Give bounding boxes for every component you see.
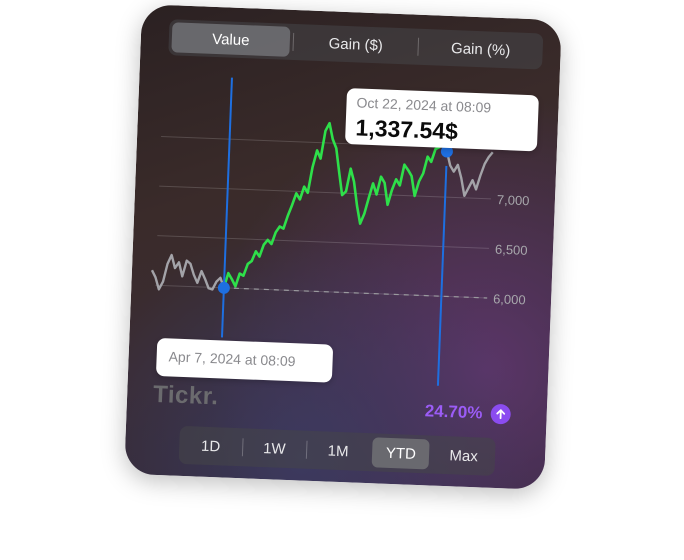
range-ytd[interactable]: YTD bbox=[371, 437, 430, 470]
y-tick-label: 6,500 bbox=[495, 242, 528, 258]
range-divider bbox=[241, 438, 244, 457]
gain-indicator: 24.70% bbox=[424, 401, 511, 425]
tooltip-end: Oct 22, 2024 at 08:09 1,337.54$ bbox=[344, 88, 539, 152]
gain-percent: 24.70% bbox=[424, 401, 483, 423]
tooltip-start: Apr 7, 2024 at 08:09 bbox=[155, 337, 334, 383]
tooltip-end-date: Oct 22, 2024 at 08:09 bbox=[356, 94, 492, 116]
y-tick-label: 7,000 bbox=[497, 192, 530, 208]
y-tick-label: 6,000 bbox=[493, 291, 526, 307]
range-1d[interactable]: 1D bbox=[182, 430, 240, 462]
range-1w[interactable]: 1W bbox=[245, 432, 303, 464]
range-max[interactable]: Max bbox=[435, 440, 493, 472]
start-marker-line bbox=[220, 77, 233, 338]
series-line-after bbox=[445, 151, 494, 198]
gridline bbox=[159, 185, 491, 200]
end-marker-line bbox=[436, 165, 448, 386]
arrow-up-icon bbox=[489, 403, 511, 425]
tooltip-end-value: 1,337.54$ bbox=[355, 114, 459, 145]
brand-logo: Tickr. bbox=[152, 380, 219, 411]
start-marker-dot bbox=[217, 281, 230, 294]
tooltip-start-date: Apr 7, 2024 at 08:09 bbox=[168, 348, 296, 370]
range-1m[interactable]: 1M bbox=[309, 435, 367, 467]
range-divider bbox=[305, 440, 308, 459]
gridline bbox=[157, 235, 490, 249]
stock-card: Value Gain ($) Gain (%) 6,000 6,500 7,000 … bbox=[124, 4, 562, 490]
